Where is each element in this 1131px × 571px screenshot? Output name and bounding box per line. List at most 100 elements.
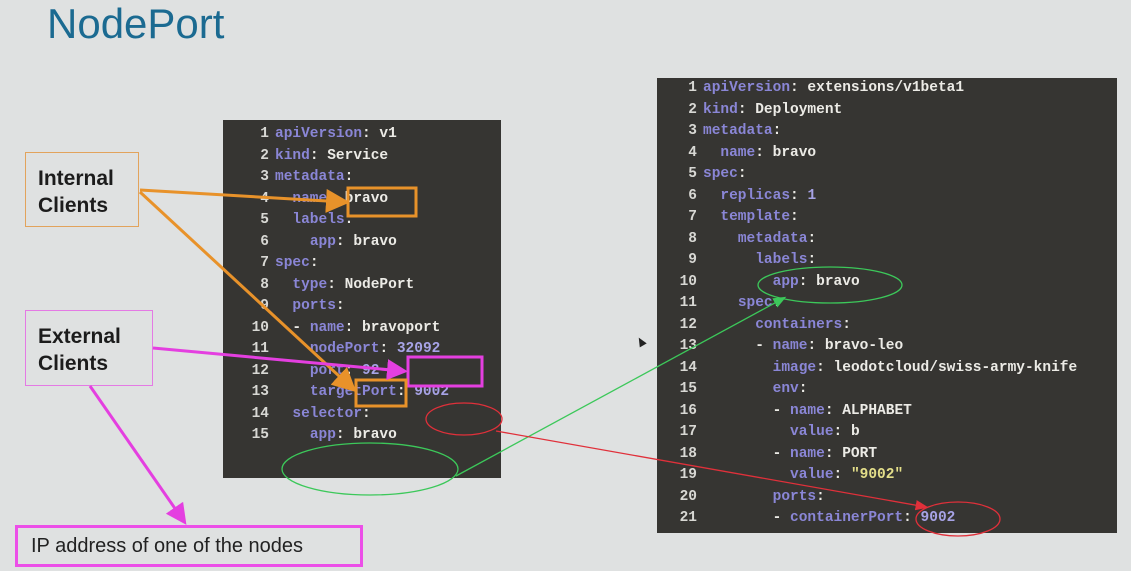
yaml-separator: : — [798, 381, 808, 397]
yaml-key: name — [790, 445, 825, 462]
line-number: 14 — [251, 405, 269, 422]
external-to-ip-arrow — [88, 385, 187, 525]
code-line: 3 metadata: — [223, 167, 501, 189]
service-yaml-code-block: 1 apiVersion: v1 2 kind: Service 3 metadata: 4… — [223, 120, 501, 478]
code-line: 6 app: bravo — [223, 232, 501, 254]
code-line: 4 name: bravo — [223, 189, 501, 211]
code-line: 21 - containerPort: 9002 — [657, 508, 1117, 530]
indent: - — [703, 402, 791, 419]
yaml-separator: : — [772, 295, 782, 311]
line-number: 1 — [688, 80, 697, 96]
yaml-separator: : — [379, 341, 397, 357]
code-line: 12 port: 92 — [223, 361, 501, 383]
code-line: 19 value: "9002" — [657, 465, 1117, 487]
indent: - — [703, 510, 791, 526]
line-number: 6 — [260, 233, 269, 250]
line-number: 5 — [688, 166, 697, 182]
yaml-key: app — [309, 427, 336, 443]
code-line: 13 - name: bravo-leo — [657, 336, 1117, 358]
line-number: 11 — [679, 295, 697, 311]
line-number: 7 — [260, 255, 269, 271]
code-line: 18 - name: PORT — [657, 444, 1117, 466]
internal-clients-box: Internal Clients — [25, 152, 139, 227]
line-number: 3 — [260, 169, 269, 185]
line-number: 10 — [251, 319, 269, 336]
indent: - — [275, 319, 310, 336]
yaml-key: labels — [755, 252, 808, 268]
line-number: 15 — [679, 381, 697, 397]
yaml-value: bravo — [816, 273, 860, 290]
code-line: 5 spec: — [657, 164, 1117, 186]
yaml-separator: : — [327, 190, 345, 207]
yaml-separator: : — [344, 169, 354, 185]
line-number: 6 — [688, 187, 697, 204]
yaml-separator: : — [790, 209, 799, 225]
yaml-key: name — [720, 144, 756, 161]
line-number: 9 — [688, 252, 697, 268]
code-line: 12 containers: — [657, 315, 1117, 337]
yaml-key: ports — [292, 298, 336, 314]
code-line: 15 env: — [657, 379, 1117, 401]
yaml-key: metadata — [737, 230, 808, 247]
yaml-key: name — [772, 338, 808, 354]
line-number: 18 — [679, 445, 697, 462]
yaml-separator: : — [807, 338, 825, 354]
yaml-separator: : — [309, 147, 328, 164]
line-number: 10 — [679, 273, 697, 290]
yaml-separator: : — [362, 126, 380, 142]
yaml-value: leodotcloud/swiss-army-knife — [833, 359, 1078, 376]
yaml-separator: : — [807, 230, 817, 247]
yaml-key: template — [720, 209, 791, 225]
code-line: 1 apiVersion: extensions/v1beta1 — [657, 78, 1117, 100]
code-line: 2 kind: Deployment — [657, 100, 1117, 122]
line-number: 15 — [251, 427, 269, 443]
ip-address-box: IP address of one of the nodes — [15, 525, 363, 567]
yaml-value: 9002 — [920, 510, 956, 526]
line-number: 19 — [679, 467, 697, 483]
yaml-key: env — [772, 381, 799, 397]
yaml-value: Deployment — [755, 101, 843, 118]
yaml-separator: : — [344, 362, 363, 379]
yaml-key: name — [309, 319, 345, 336]
line-number: 7 — [688, 209, 697, 225]
code-line: 10 app: bravo — [657, 272, 1117, 294]
yaml-separator: : — [824, 402, 843, 419]
line-number: 8 — [688, 230, 697, 247]
yaml-value: bravo — [353, 233, 397, 250]
yaml-value: bravo — [344, 190, 389, 207]
line-number: 2 — [260, 147, 269, 164]
yaml-separator: : — [396, 384, 415, 400]
yaml-key: metadata — [275, 169, 345, 185]
code-line: 9 labels: — [657, 250, 1117, 272]
line-number: 14 — [679, 359, 697, 376]
yaml-key: nodePort — [309, 341, 380, 357]
indent: - — [703, 445, 791, 462]
yaml-separator: : — [335, 427, 354, 443]
ip-address-label: IP address of one of the nodes — [31, 535, 304, 557]
code-line: 13 targetPort: 9002 — [223, 382, 501, 404]
yaml-separator: : — [798, 273, 817, 290]
code-line: 14 image: leodotcloud/swiss-army-knife — [657, 358, 1117, 380]
yaml-value: bravoport — [362, 319, 441, 336]
yaml-separator: : — [737, 166, 747, 182]
line-number: 16 — [679, 402, 697, 419]
internal-clients-label-line2: Clients — [38, 194, 109, 217]
code-line: 8 metadata: — [657, 229, 1117, 251]
yaml-value: bravo — [353, 427, 397, 443]
yaml-value: PORT — [842, 445, 878, 462]
yaml-key: app — [772, 273, 799, 290]
